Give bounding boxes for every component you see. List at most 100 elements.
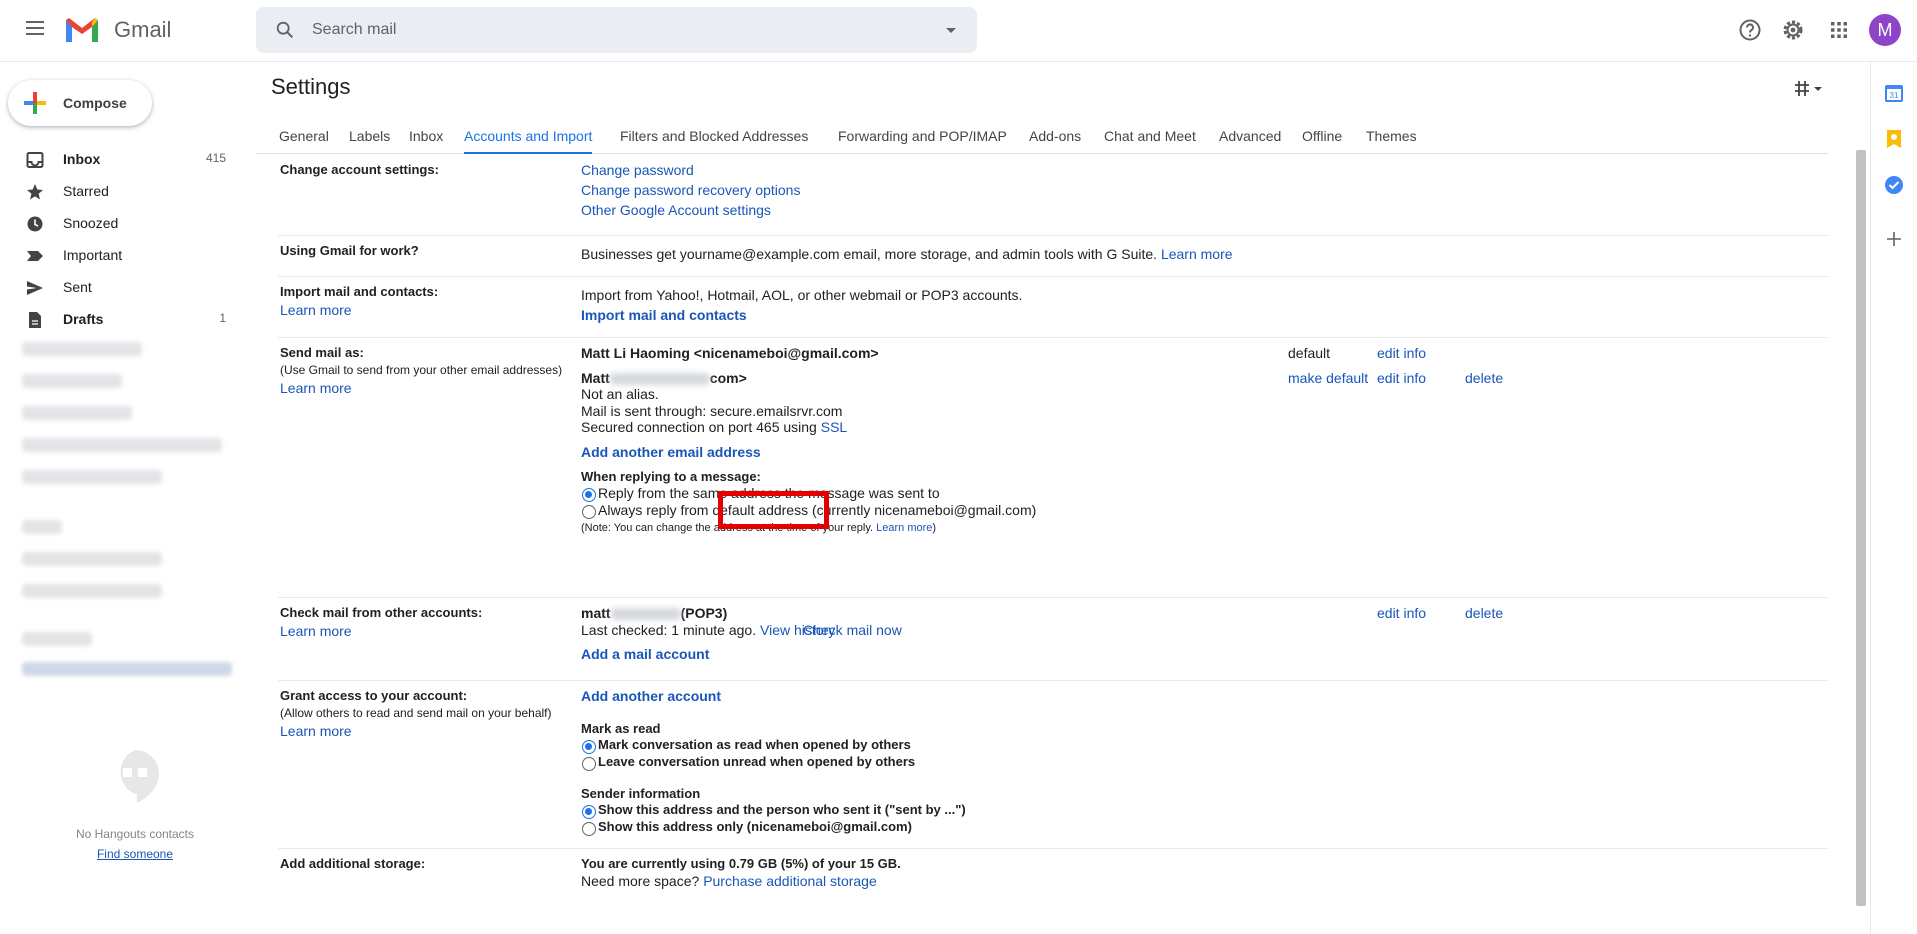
mark-read-radio[interactable] <box>582 740 596 754</box>
tab-offline[interactable]: Offline <box>1302 114 1342 154</box>
tab-themes[interactable]: Themes <box>1366 114 1417 154</box>
redacted-label-row[interactable] <box>22 374 122 388</box>
account-avatar[interactable]: M <box>1869 14 1901 46</box>
import-learn-more-link[interactable]: Learn more <box>280 302 610 318</box>
send-as-learn-more-link[interactable]: Learn more <box>280 380 610 396</box>
sidebar-item-important[interactable]: Important <box>0 239 240 271</box>
work-learn-more-link[interactable]: Learn more <box>1161 246 1233 262</box>
settings-gear-icon[interactable] <box>1780 17 1806 43</box>
search-input[interactable] <box>312 20 872 40</box>
tab-labels[interactable]: Labels <box>349 114 390 154</box>
sidebar-item-inbox[interactable]: Inbox 415 <box>0 143 240 175</box>
leave-unread-radio[interactable] <box>582 757 596 771</box>
scrollbar[interactable] <box>1856 150 1866 906</box>
search-options-icon[interactable] <box>942 21 960 39</box>
apps-grid-icon[interactable] <box>1826 17 1852 43</box>
page-title: Settings <box>271 74 351 99</box>
tab-general[interactable]: General <box>279 114 329 154</box>
ssl-link[interactable]: SSL <box>821 419 847 435</box>
grant-learn-more-link[interactable]: Learn more <box>280 723 610 739</box>
check-mail-learn-more-link[interactable]: Learn more <box>280 623 610 639</box>
purchase-storage-link[interactable]: Purchase additional storage <box>703 873 877 889</box>
change-password-link[interactable]: Change password <box>581 162 694 178</box>
calendar-icon[interactable]: 31 <box>1883 82 1905 104</box>
left-sidebar: Compose Inbox 415 Starred Snoozed Import… <box>0 62 256 934</box>
sidebar-item-label: Important <box>63 247 123 263</box>
keep-icon[interactable] <box>1883 128 1905 150</box>
redacted-label-row[interactable] <box>22 406 132 420</box>
mark-option-label: Mark conversation as read when opened by… <box>598 737 911 752</box>
tab-filters[interactable]: Filters and Blocked Addresses <box>620 114 808 154</box>
import-mail-contacts-link[interactable]: Import mail and contacts <box>581 307 747 323</box>
sidebar-item-drafts[interactable]: Drafts 1 <box>0 303 240 335</box>
edit-info-link[interactable]: edit info <box>1377 370 1426 386</box>
redacted-label-row[interactable] <box>22 584 162 598</box>
reply-default-address-radio[interactable] <box>582 505 596 519</box>
main-menu-button[interactable] <box>22 17 48 43</box>
inbox-icon <box>26 152 44 168</box>
edit-info-link[interactable]: edit info <box>1377 345 1426 361</box>
redacted-contact-row[interactable] <box>22 662 232 676</box>
sidebar-item-sent[interactable]: Sent <box>0 271 240 303</box>
help-icon[interactable] <box>1737 17 1763 43</box>
show-address-only-radio[interactable] <box>582 822 596 836</box>
mark-as-read-heading: Mark as read <box>581 721 661 736</box>
make-default-link[interactable]: make default <box>1288 370 1368 386</box>
edit-info-link[interactable]: edit info <box>1377 605 1426 621</box>
sidebar-item-label: Snoozed <box>63 215 119 231</box>
top-bar: Gmail M <box>0 0 1917 62</box>
redacted-label-row[interactable] <box>22 632 92 646</box>
gmail-logo[interactable] <box>64 16 100 44</box>
tab-advanced[interactable]: Advanced <box>1219 114 1281 154</box>
redacted-label-row[interactable] <box>22 438 222 452</box>
tasks-icon[interactable] <box>1883 174 1905 196</box>
section-label-wrap: Grant access to your account: (Allow oth… <box>280 688 610 739</box>
svg-text:31: 31 <box>1890 91 1899 100</box>
redacted-label-row[interactable] <box>22 552 162 566</box>
tab-chat-and-meet[interactable]: Chat and Meet <box>1104 114 1196 154</box>
redacted-label-row[interactable] <box>22 470 162 484</box>
add-email-address-link[interactable]: Add another email address <box>581 444 761 460</box>
get-addons-plus-icon[interactable] <box>1883 228 1905 250</box>
sidebar-item-label: Starred <box>63 183 109 199</box>
delete-link[interactable]: delete <box>1465 605 1503 621</box>
sidebar-item-starred[interactable]: Starred <box>0 175 240 207</box>
sidebar-item-snoozed[interactable]: Snoozed <box>0 207 240 239</box>
search-icon[interactable] <box>274 19 296 41</box>
redacted-label-row[interactable] <box>22 342 142 356</box>
add-another-account-link[interactable]: Add another account <box>581 688 721 704</box>
side-panel: 31 <box>1870 62 1917 934</box>
app-name: Gmail <box>114 17 172 42</box>
note-learn-more-link[interactable]: Learn more <box>876 522 932 534</box>
compose-button[interactable]: Compose <box>8 80 152 126</box>
section-import: Import mail and contacts: Learn more Imp… <box>278 277 1828 338</box>
show-sent-by-radio[interactable] <box>582 805 596 819</box>
add-mail-account-link[interactable]: Add a mail account <box>581 646 709 662</box>
tab-inbox[interactable]: Inbox <box>409 114 443 154</box>
section-storage: Add additional storage: You are currentl… <box>278 849 1828 909</box>
sidebar-item-label: Inbox <box>63 151 101 167</box>
tab-accounts-and-import[interactable]: Accounts and Import <box>464 114 593 154</box>
reply-same-address-radio[interactable] <box>582 488 596 502</box>
section-label: Change account settings: <box>280 162 439 177</box>
sidebar-item-label: Sent <box>63 279 92 295</box>
section-label: Using Gmail for work? <box>280 243 419 258</box>
tab-forwarding[interactable]: Forwarding and POP/IMAP <box>838 114 1007 154</box>
tab-add-ons[interactable]: Add-ons <box>1029 114 1081 154</box>
check-mail-now-link[interactable]: Check mail now <box>803 622 902 638</box>
find-someone-link[interactable]: Find someone <box>70 847 200 861</box>
google-account-settings-link[interactable]: Other Google Account settings <box>581 202 771 218</box>
alias-status: Not an alias. <box>581 386 659 402</box>
input-tools-icon[interactable] <box>1790 78 1826 100</box>
sender-option-label: Show this address and the person who sen… <box>598 802 966 817</box>
send-icon <box>27 281 43 295</box>
redacted-email <box>609 373 710 386</box>
change-recovery-link[interactable]: Change password recovery options <box>581 182 800 198</box>
section-change-account: Change account settings: Change password… <box>278 155 1828 236</box>
no-contacts-text: No Hangouts contacts <box>75 827 195 841</box>
delete-link[interactable]: delete <box>1465 370 1503 386</box>
section-label-wrap: Check mail from other accounts: Learn mo… <box>280 605 610 639</box>
settings-content: Change account settings: Change password… <box>256 155 1828 934</box>
redacted-label-row[interactable] <box>22 520 62 534</box>
section-label: Import mail and contacts: <box>280 284 439 299</box>
